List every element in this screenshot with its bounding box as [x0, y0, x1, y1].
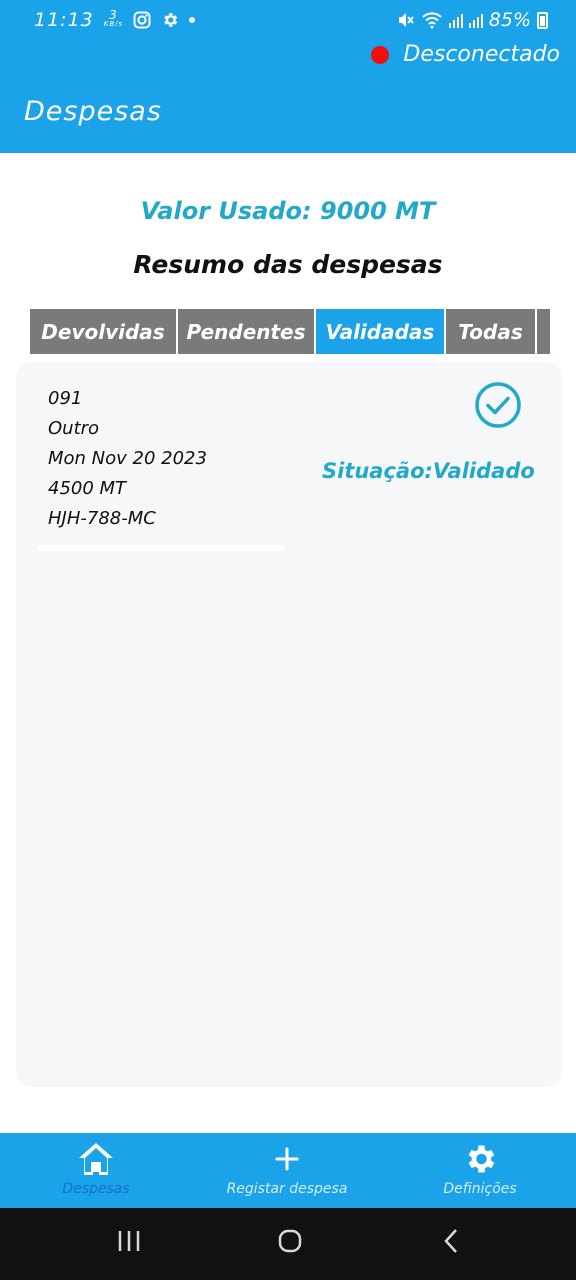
- page-title: Despesas: [24, 96, 162, 127]
- tab-pendentes[interactable]: Pendentes: [178, 309, 316, 354]
- instagram-icon: [133, 11, 151, 29]
- net-speed-unit: KB/s: [103, 20, 124, 28]
- gear-icon: [468, 1145, 495, 1173]
- tab-overflow[interactable]: [537, 309, 550, 354]
- nav-despesas[interactable]: Despesas: [46, 1133, 146, 1208]
- status-left: 11:13 3 KB/s: [34, 8, 196, 31]
- expense-status: Situação:Validado: [322, 459, 535, 483]
- nav-definicoes[interactable]: Definições: [420, 1133, 540, 1208]
- status-right: 85%: [397, 9, 548, 31]
- home-button-icon[interactable]: [275, 1226, 305, 1256]
- connection-label: Desconectado: [403, 42, 560, 67]
- expense-date: Mon Nov 20 2023: [48, 448, 207, 469]
- tab-validadas[interactable]: Validadas: [316, 309, 446, 354]
- clock: 11:13: [34, 9, 94, 31]
- item-divider: [37, 545, 285, 551]
- status-bar: 11:13 3 KB/s 85%: [0, 0, 576, 36]
- home-icon: [79, 1143, 113, 1175]
- expense-plate: HJH-788-MC: [48, 508, 156, 529]
- expense-amount: 4500 MT: [48, 478, 127, 499]
- expense-code: 091: [48, 388, 83, 409]
- net-speed: 3 KB/s: [103, 8, 124, 29]
- tab-todas[interactable]: Todas: [446, 309, 537, 354]
- summary-heading: Resumo das despesas: [133, 250, 443, 279]
- net-speed-value: 3: [109, 8, 118, 22]
- wifi-icon: [422, 12, 442, 29]
- nav-label-registar: Registar despesa: [226, 1181, 348, 1197]
- valor-usado: Valor Usado: 9000 MT: [140, 197, 436, 225]
- mute-icon: [398, 13, 414, 27]
- signal-icon: [448, 12, 463, 28]
- nav-label-despesas: Despesas: [62, 1181, 130, 1197]
- expense-item-details[interactable]: 091 Outro Mon Nov 20 2023 4500 MT HJH-78…: [48, 384, 207, 534]
- settings-gear-icon: [164, 13, 178, 27]
- notification-dot-icon: [189, 17, 196, 23]
- system-nav-bar: [0, 1208, 576, 1280]
- nav-label-definicoes: Definições: [443, 1181, 517, 1197]
- signal-icon-2: [468, 12, 483, 28]
- back-icon[interactable]: [438, 1226, 464, 1256]
- battery-icon: [537, 11, 548, 29]
- nav-registar-despesa[interactable]: Registar despesa: [207, 1133, 367, 1208]
- expense-list: 091 Outro Mon Nov 20 2023 4500 MT HJH-78…: [16, 362, 562, 1087]
- connection-status: Desconectado: [371, 42, 560, 67]
- battery-percent: 85%: [488, 9, 531, 31]
- check-circle-icon: [475, 382, 521, 428]
- app-bar: Desconectado Despesas: [0, 36, 576, 153]
- expense-type: Outro: [48, 418, 100, 439]
- connection-dot-icon: [371, 45, 390, 64]
- tab-devolvidas[interactable]: Devolvidas: [30, 309, 178, 354]
- recent-apps-icon[interactable]: [116, 1226, 142, 1256]
- bottom-nav: Despesas Registar despesa Definições: [0, 1133, 576, 1208]
- filter-tabs: Devolvidas Pendentes Validadas Todas: [30, 309, 550, 354]
- plus-icon: [275, 1147, 299, 1171]
